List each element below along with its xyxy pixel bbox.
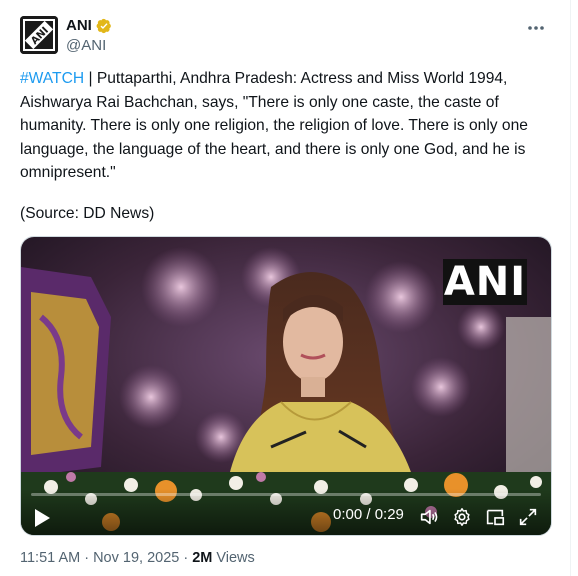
volume-icon[interactable] bbox=[418, 506, 440, 528]
avatar[interactable]: ANI bbox=[20, 16, 58, 54]
play-icon[interactable] bbox=[33, 508, 51, 528]
ani-logo-icon: ANI bbox=[20, 16, 58, 54]
tweet-source-line: (Source: DD News) bbox=[20, 205, 155, 222]
video-controls: 0:00 / 0:29 bbox=[21, 489, 551, 535]
more-button[interactable] bbox=[522, 16, 550, 40]
tweet-card: ANI ANI @ANI #WATCH | Puttaparthi, Andhr… bbox=[0, 0, 571, 576]
more-icon bbox=[528, 26, 544, 30]
tweet-header: ANI ANI @ANI bbox=[20, 16, 550, 60]
timestamp-link[interactable]: 11:51 AM · Nov 19, 2025 · bbox=[20, 550, 188, 566]
tweet-text: #WATCH | Puttaparthi, Andhra Pradesh: Ac… bbox=[20, 67, 555, 185]
tweet-meta: 11:51 AM · Nov 19, 2025 · 2M Views bbox=[20, 550, 255, 566]
hashtag-link[interactable]: #WATCH bbox=[20, 70, 84, 87]
video-player[interactable]: ANI 0:00 / 0:29 bbox=[20, 236, 552, 536]
video-watermark: ANI bbox=[443, 259, 527, 305]
author-name[interactable]: ANI bbox=[66, 17, 92, 34]
views-count: 2M bbox=[192, 550, 213, 566]
views-label: Views bbox=[216, 550, 255, 566]
progress-bar[interactable] bbox=[31, 493, 541, 496]
video-time: 0:00 / 0:29 bbox=[333, 506, 404, 523]
author-name-row[interactable]: ANI bbox=[66, 17, 112, 34]
tweet-body: | Puttaparthi, Andhra Pradesh: Actress a… bbox=[20, 70, 528, 181]
fullscreen-icon[interactable] bbox=[517, 506, 539, 528]
settings-icon[interactable] bbox=[451, 506, 473, 528]
verified-badge-icon bbox=[96, 18, 111, 33]
author-handle[interactable]: @ANI bbox=[66, 37, 106, 54]
pip-icon[interactable] bbox=[484, 506, 506, 528]
